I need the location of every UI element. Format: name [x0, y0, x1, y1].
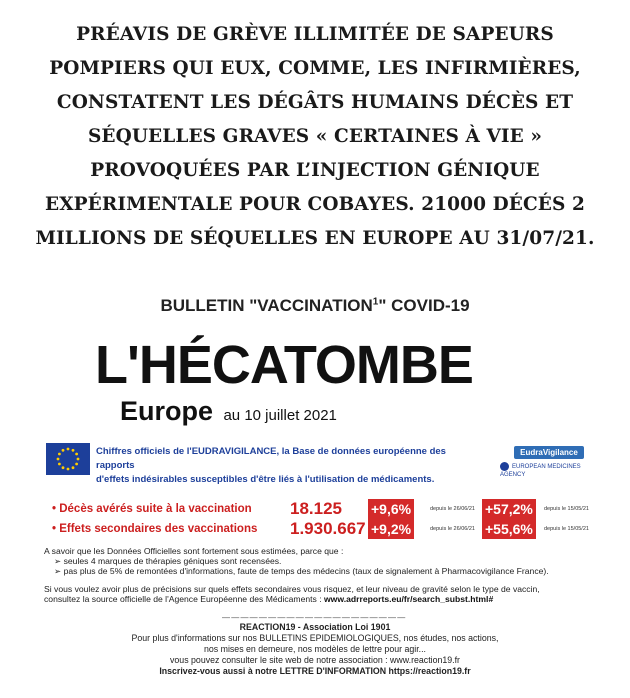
headline-line: SÉQUELLES GRAVES « CERTAINES À VIE » — [87, 126, 543, 147]
eudravigilance-logo: EudraVigilance — [514, 446, 584, 459]
divider: — — — — — — — — — — — — — — — — — — — — — [222, 613, 405, 622]
region-date-line: Europe au 10 juillet 2021 — [120, 396, 337, 427]
note-bullet: ➢ pas plus de 5% de remontées d'informat… — [54, 566, 549, 576]
reference-text-start: consultez la source officielle de l'Agen… — [44, 594, 324, 604]
ema-logo: EUROPEAN MEDICINES AGENCY — [500, 462, 600, 479]
stat-value: 1.930.667 — [290, 519, 366, 538]
bulletin-title-suffix: " COVID-19 — [378, 296, 470, 315]
headline: PRÉAVIS DE GRÈVE ILLIMITÉE DE SAPEURS PO… — [10, 18, 620, 256]
headline-line: CONSTATENT LES DÉGÂTS HUMAINS DÉCÈS ET — [56, 92, 574, 113]
headline-line: EXPÉRIMENTALE POUR COBAYES. 21000 DÉCÉS … — [45, 194, 585, 215]
source-description: Chiffres officiels de l'EUDRAVIGILANCE, … — [96, 445, 456, 487]
stat-change-badge: +57,2% — [482, 499, 536, 519]
eu-flag-icon — [46, 443, 90, 475]
source-line: Chiffres officiels de l'EUDRAVIGILANCE, … — [96, 446, 446, 471]
headline-line: POMPIERS QUI EUX, COMME, LES INFIRMIÈRES… — [49, 58, 581, 79]
adrreports-link[interactable]: www.adrreports.eu/fr/search_subst.html# — [324, 594, 493, 604]
bulletin-title-text: BULLETIN "VACCINATION — [160, 296, 373, 315]
note-intro: A savoir que les Données Officielles son… — [44, 546, 344, 556]
main-title: L'HÉCATOMBE — [95, 335, 474, 395]
footer-line: nos mises en demeure, nos modèles de let… — [204, 644, 426, 654]
headline-line: PRÉAVIS DE GRÈVE ILLIMITÉE DE SAPEURS — [76, 24, 554, 45]
stat-since-date: depuis le 26/06/21 — [430, 506, 475, 512]
stat-since-date: depuis le 26/06/21 — [430, 526, 475, 532]
stat-since-date: depuis le 15/05/21 — [544, 506, 589, 512]
stat-change-badge: +9,6% — [368, 499, 415, 519]
footer-line: vous pouvez consulter le site web de not… — [170, 655, 460, 665]
headline-line: PROVOQUÉES PAR L’INJECTION GÉNIQUE — [90, 160, 540, 181]
source-reference: Si vous voulez avoir plus de précisions … — [44, 584, 604, 604]
bulletin-title: BULLETIN "VACCINATION1" COVID-19 — [0, 296, 630, 316]
headline-line: MILLIONS DE SÉQUELLES EN EUROPE AU 31/07… — [35, 228, 595, 249]
reference-text: Si vous voulez avoir plus de précisions … — [44, 584, 540, 594]
stat-value: 18.125 — [290, 499, 342, 518]
source-line: d'effets indésirables susceptibles d'êtr… — [96, 474, 435, 485]
reference-text: consultez la source officielle de l'Agen… — [44, 594, 604, 604]
footer: REACTION19 - Association Loi 1901 Pour p… — [0, 622, 630, 677]
ema-logo-icon — [500, 462, 509, 471]
stat-since-date: depuis le 15/05/21 — [544, 526, 589, 532]
underestimation-note: A savoir que les Données Officielles son… — [44, 546, 604, 576]
region-label: Europe — [120, 396, 214, 426]
note-bullet: ➢ seules 4 marques de thérapies géniques… — [54, 556, 282, 566]
bulletin-date: au 10 juillet 2021 — [223, 407, 337, 424]
stat-label: • Décès avérés suite à la vaccination — [52, 503, 252, 515]
stat-label: • Effets secondaires des vaccinations — [52, 523, 258, 535]
footer-org: REACTION19 - Association Loi 1901 — [239, 622, 391, 632]
footer-line: Pour plus d'informations sur nos BULLETI… — [131, 633, 499, 643]
ema-logo-text: EUROPEAN MEDICINES AGENCY — [500, 464, 581, 479]
footer-newsletter: Inscrivez-vous aussi à notre LETTRE D'IN… — [159, 666, 471, 676]
stat-change-badge: +55,6% — [482, 519, 536, 539]
stat-change-badge: +9,2% — [368, 519, 415, 539]
